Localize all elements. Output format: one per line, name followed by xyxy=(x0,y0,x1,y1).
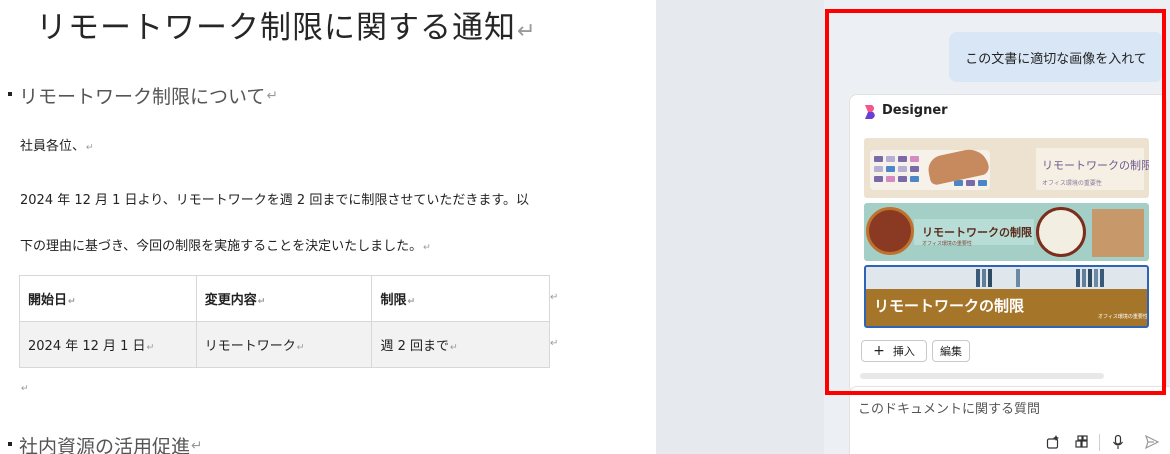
section-heading-remote-work[interactable]: リモートワーク制限について ↵ xyxy=(8,82,278,109)
send-icon[interactable] xyxy=(1144,434,1160,450)
user-message-bubble: この文書に適切な画像を入れて xyxy=(949,32,1163,82)
table-cell[interactable]: 週 2 回まで↵ xyxy=(371,321,550,368)
image-option-2[interactable]: リモートワークの制限 オフィス環境の重要性 xyxy=(864,203,1149,261)
greeting-paragraph[interactable]: 社員各位、↵ xyxy=(20,135,94,154)
body-paragraph-line1[interactable]: 2024 年 12 月 1 日より、リモートワークを週 2 回までに制限させてい… xyxy=(20,189,529,208)
table-row: 2024 年 12 月 1 日↵ リモートワーク↵ 週 2 回まで↵ xyxy=(19,321,550,368)
image-subtitle: オフィス環境の重要性 xyxy=(1098,314,1148,320)
table-header-row: 開始日↵ 変更内容↵ 制限↵ xyxy=(19,275,550,322)
document-canvas[interactable]: リモートワーク制限に関する通知↵ リモートワーク制限について ↵ 社員各位、↵ 2… xyxy=(0,0,656,454)
image-title: リモートワークの制限 xyxy=(922,226,1032,239)
heading-bullet xyxy=(8,441,12,446)
paragraph-mark: ↵ xyxy=(21,383,29,394)
microphone-icon[interactable] xyxy=(1110,434,1126,450)
edit-label: 編集 xyxy=(940,345,962,358)
heading-bullet xyxy=(8,91,12,96)
table-header-cell[interactable]: 変更内容↵ xyxy=(195,275,373,322)
paragraph-mark: ↵ xyxy=(68,296,76,307)
paragraph-mark: ↵ xyxy=(146,342,155,353)
paragraph-mark: ↵ xyxy=(86,142,94,153)
paragraph-mark: ↵ xyxy=(191,437,203,454)
paragraph-mark: ↵ xyxy=(266,87,278,104)
image-title: リモートワークの制限 xyxy=(874,297,1025,315)
paragraph-mark: ↵ xyxy=(423,242,431,253)
insert-label: 挿入 xyxy=(892,345,915,358)
body-paragraph-line2[interactable]: 下の理由に基づき、今回の制限を実施することを決定いたしました。↵ xyxy=(20,235,431,254)
workspace-background xyxy=(656,0,824,454)
image-title: リモートワークの制限 xyxy=(1042,159,1149,172)
image-subtitle: オフィス環境の重要性 xyxy=(922,241,972,247)
designer-logo-icon xyxy=(865,105,875,119)
table-cell[interactable]: リモートワーク↵ xyxy=(195,321,373,368)
image-subtitle: オフィス環境の重要性 xyxy=(1042,180,1102,187)
empty-paragraph[interactable]: ↵ xyxy=(20,380,29,395)
table-header-cell[interactable]: 開始日↵ xyxy=(19,275,197,322)
chat-input-placeholder[interactable]: このドキュメントに関する質問 xyxy=(858,398,1040,417)
paragraph-mark: ↵ xyxy=(296,342,305,353)
keyboard-illustration xyxy=(870,146,991,190)
bookshelf-illustration xyxy=(866,267,1147,289)
clock-illustration xyxy=(1036,207,1086,257)
toolbar-separator xyxy=(1099,434,1100,451)
row-end-mark: ↵ xyxy=(550,292,559,303)
designer-title: Designer xyxy=(882,103,948,118)
plus-icon: + xyxy=(873,343,885,359)
paragraph-mark: ↵ xyxy=(517,18,537,44)
restriction-table[interactable]: 開始日↵ 変更内容↵ 制限↵ 2024 年 12 月 1 日↵ リモートワーク↵… xyxy=(19,275,550,368)
table-header-cell[interactable]: 制限↵ xyxy=(371,275,550,322)
insert-button[interactable]: + 挿入 xyxy=(861,340,927,362)
attach-apps-icon[interactable] xyxy=(1074,434,1090,450)
table-cell[interactable]: 2024 年 12 月 1 日↵ xyxy=(19,321,197,368)
image-option-1[interactable]: リモートワークの制限 オフィス環境の重要性 xyxy=(864,138,1149,198)
edit-button[interactable]: 編集 xyxy=(932,340,970,362)
truncated-suggestion xyxy=(860,373,1104,379)
clock-illustration xyxy=(866,207,914,255)
paragraph-mark: ↵ xyxy=(407,296,416,307)
image-option-3[interactable]: リモートワークの制限 オフィス環境の重要性 xyxy=(864,265,1149,328)
paragraph-mark: ↵ xyxy=(257,296,266,307)
document-title[interactable]: リモートワーク制限に関する通知↵ xyxy=(36,2,537,47)
section-heading-resources[interactable]: 社内資源の活用促進 ↵ xyxy=(8,432,202,454)
prompt-guide-icon[interactable] xyxy=(1045,434,1061,450)
paragraph-mark: ↵ xyxy=(449,342,458,353)
row-end-mark: ↵ xyxy=(550,338,559,349)
